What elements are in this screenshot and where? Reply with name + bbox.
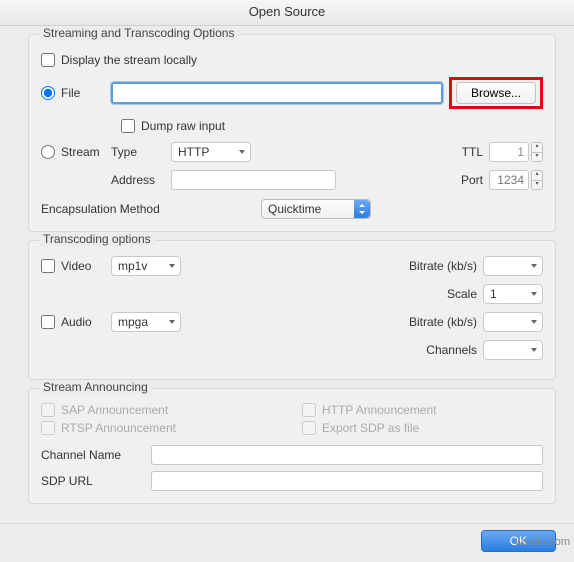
ttl-stepper[interactable]: ▴▾ <box>531 142 543 162</box>
sdp-url-input[interactable] <box>151 471 543 491</box>
encapsulation-label: Encapsulation Method <box>41 202 261 216</box>
channels-label: Channels <box>426 343 477 357</box>
window-title: Open Source <box>0 0 574 26</box>
type-select[interactable]: HTTP <box>171 142 251 162</box>
transcoding-section-title: Transcoding options <box>39 232 155 246</box>
sap-checkbox <box>41 403 55 417</box>
audio-codec-value: mpga <box>118 315 148 329</box>
file-radio-label: File <box>61 86 80 100</box>
browse-highlight: Browse... <box>449 77 543 109</box>
browse-button[interactable]: Browse... <box>456 82 536 104</box>
channels-select[interactable] <box>483 340 543 360</box>
rtsp-checkbox <box>41 421 55 435</box>
announcing-section-title: Stream Announcing <box>39 380 152 394</box>
watermark: wsxdn.com <box>515 536 570 548</box>
type-label: Type <box>111 145 171 159</box>
video-label: Video <box>61 259 91 273</box>
display-locally-label: Display the stream locally <box>61 53 197 67</box>
sap-label: SAP Announcement <box>61 403 168 417</box>
streaming-section: Streaming and Transcoding Options Displa… <box>28 34 556 232</box>
port-input[interactable] <box>489 170 529 190</box>
audio-bitrate-select[interactable] <box>483 312 543 332</box>
file-path-input[interactable] <box>111 82 443 104</box>
encapsulation-select[interactable]: Quicktime <box>261 199 371 219</box>
audio-codec-select[interactable]: mpga <box>111 312 181 332</box>
footer: OK <box>0 523 574 562</box>
scale-select[interactable]: 1 <box>483 284 543 304</box>
ttl-label: TTL <box>462 145 483 159</box>
video-codec-value: mp1v <box>118 259 147 273</box>
audio-bitrate-label: Bitrate (kb/s) <box>409 315 477 329</box>
audio-label: Audio <box>61 315 92 329</box>
rtsp-label: RTSP Announcement <box>61 421 176 435</box>
port-stepper[interactable]: ▴▾ <box>531 170 543 190</box>
chevron-updown-icon <box>354 200 370 218</box>
dump-raw-checkbox[interactable] <box>121 119 135 133</box>
export-sdp-checkbox <box>302 421 316 435</box>
display-locally-checkbox[interactable] <box>41 53 55 67</box>
type-value: HTTP <box>178 145 209 159</box>
streaming-section-title: Streaming and Transcoding Options <box>39 26 238 40</box>
stream-radio[interactable] <box>41 145 55 159</box>
video-bitrate-select[interactable] <box>483 256 543 276</box>
file-radio[interactable] <box>41 86 55 100</box>
encapsulation-value: Quicktime <box>268 202 321 216</box>
export-sdp-label: Export SDP as file <box>322 421 419 435</box>
transcoding-section: Transcoding options Video mp1v Bitrate (… <box>28 240 556 380</box>
stream-radio-label: Stream <box>61 145 100 159</box>
audio-checkbox[interactable] <box>41 315 55 329</box>
address-label: Address <box>111 173 171 187</box>
dump-raw-label: Dump raw input <box>141 119 225 133</box>
video-checkbox[interactable] <box>41 259 55 273</box>
http-checkbox <box>302 403 316 417</box>
video-codec-select[interactable]: mp1v <box>111 256 181 276</box>
sdp-url-label: SDP URL <box>41 474 151 488</box>
port-label: Port <box>461 173 483 187</box>
announcing-section: Stream Announcing SAP Announcement HTTP … <box>28 388 556 504</box>
video-bitrate-label: Bitrate (kb/s) <box>409 259 477 273</box>
ttl-input[interactable] <box>489 142 529 162</box>
scale-label: Scale <box>447 287 477 301</box>
scale-value: 1 <box>490 287 497 301</box>
address-input[interactable] <box>171 170 336 190</box>
http-label: HTTP Announcement <box>322 403 437 417</box>
channel-name-input[interactable] <box>151 445 543 465</box>
channel-name-label: Channel Name <box>41 448 151 462</box>
